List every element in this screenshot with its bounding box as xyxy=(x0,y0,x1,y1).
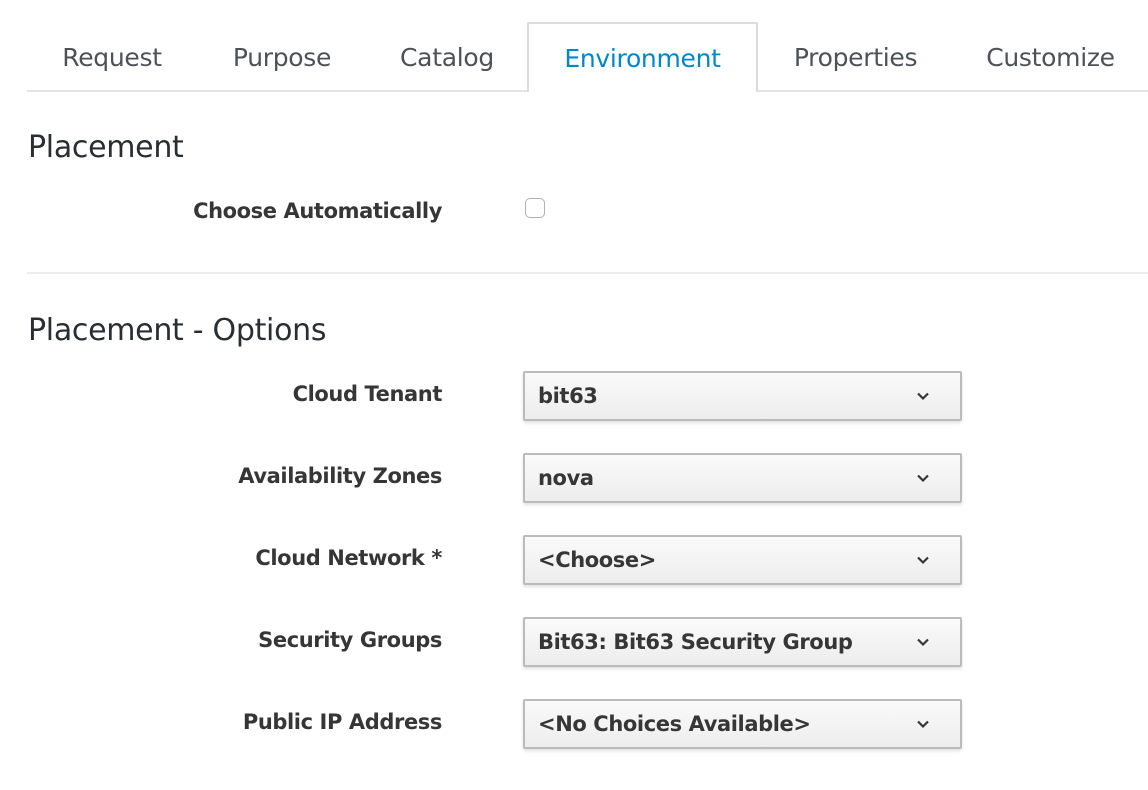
chevron-down-icon xyxy=(916,553,930,567)
cloud-network-label: Cloud Network * xyxy=(255,546,442,570)
choose-automatically-label: Choose Automatically xyxy=(193,199,442,223)
tab-request[interactable]: Request xyxy=(27,22,197,90)
tab-bar: Request Purpose Catalog Environment Prop… xyxy=(27,22,1148,92)
availability-zones-label: Availability Zones xyxy=(238,464,442,488)
cloud-network-select[interactable]: <Choose> xyxy=(523,535,962,585)
cloud-tenant-value: bit63 xyxy=(538,384,598,408)
tab-catalog[interactable]: Catalog xyxy=(367,22,527,90)
cloud-tenant-select[interactable]: bit63 xyxy=(523,371,962,421)
cloud-network-value: <Choose> xyxy=(538,548,656,572)
chevron-down-icon xyxy=(916,389,930,403)
chevron-down-icon xyxy=(916,635,930,649)
tab-customize[interactable]: Customize xyxy=(953,22,1148,90)
security-groups-value: Bit63: Bit63 Security Group xyxy=(538,630,853,654)
section-divider xyxy=(27,272,1148,274)
security-groups-label: Security Groups xyxy=(258,628,442,652)
section-title-placement-options: Placement - Options xyxy=(28,313,327,348)
public-ip-address-label: Public IP Address xyxy=(242,710,443,734)
tab-purpose[interactable]: Purpose xyxy=(197,22,367,90)
section-title-placement: Placement xyxy=(28,130,184,165)
tab-environment[interactable]: Environment xyxy=(527,22,758,92)
tab-properties[interactable]: Properties xyxy=(758,22,953,90)
choose-automatically-checkbox[interactable] xyxy=(525,198,545,218)
availability-zones-select[interactable]: nova xyxy=(523,453,962,503)
chevron-down-icon xyxy=(916,471,930,485)
security-groups-select[interactable]: Bit63: Bit63 Security Group xyxy=(523,617,962,667)
availability-zones-value: nova xyxy=(538,466,594,490)
public-ip-address-value: <No Choices Available> xyxy=(538,712,811,736)
chevron-down-icon xyxy=(916,717,930,731)
public-ip-address-select[interactable]: <No Choices Available> xyxy=(523,699,962,749)
cloud-tenant-label: Cloud Tenant xyxy=(292,382,443,406)
